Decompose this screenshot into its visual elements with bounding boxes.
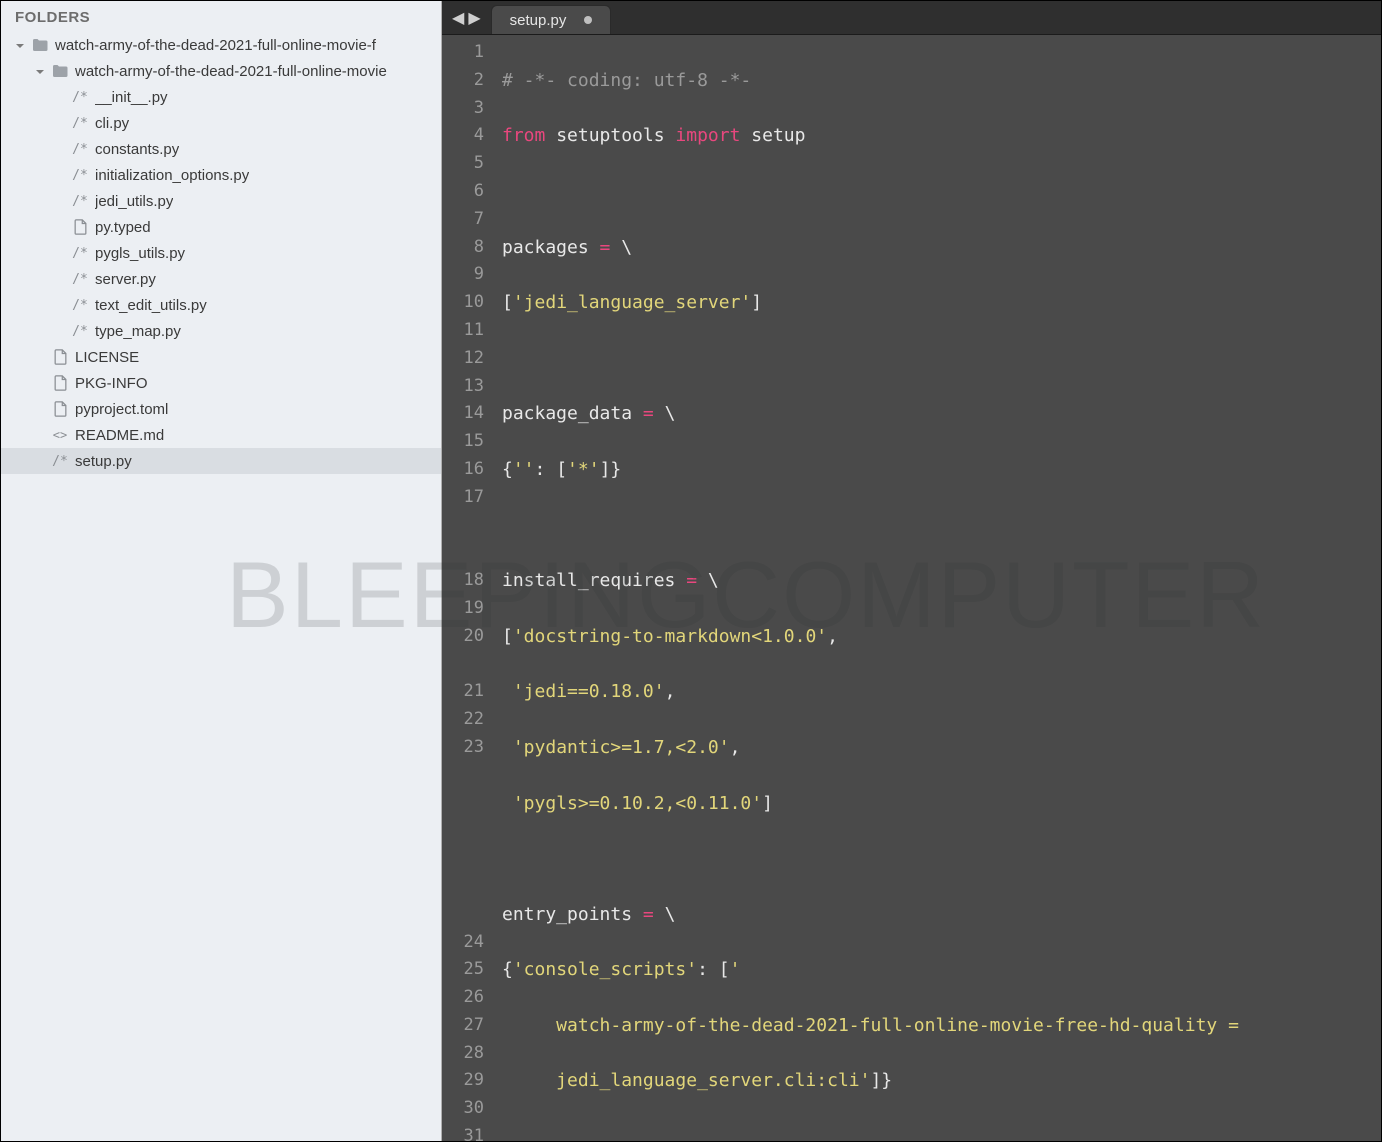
tab-dirty-icon: [584, 16, 592, 24]
file-icon: [51, 349, 69, 365]
file-icon: [51, 375, 69, 391]
tab-setup-py[interactable]: setup.py: [491, 5, 612, 34]
line-gutter: 1234567891011121314151617181920212223242…: [442, 35, 494, 1141]
tab-nav-arrows[interactable]: ◀ ▶: [442, 1, 491, 34]
tree-row[interactable]: /* constants.py: [1, 136, 441, 162]
tree-item-label: constants.py: [95, 141, 179, 158]
code-file-icon: /*: [71, 193, 89, 209]
tree-row[interactable]: /* initialization_options.py: [1, 162, 441, 188]
file-icon: [71, 219, 89, 235]
tree-row[interactable]: watch-army-of-the-dead-2021-full-online-…: [1, 32, 441, 58]
tree-row[interactable]: /* __init__.py: [1, 84, 441, 110]
tree-row[interactable]: watch-army-of-the-dead-2021-full-online-…: [1, 58, 441, 84]
tree-row[interactable]: py.typed: [1, 214, 441, 240]
tree-item-label: type_map.py: [95, 323, 181, 340]
folder-tree: watch-army-of-the-dead-2021-full-online-…: [1, 32, 441, 1141]
file-icon: [51, 401, 69, 417]
code-file-icon: /*: [51, 453, 69, 469]
tree-row[interactable]: /* cli.py: [1, 110, 441, 136]
sidebar: FOLDERS watch-army-of-the-dead-2021-full…: [1, 1, 442, 1141]
tree-item-label: watch-army-of-the-dead-2021-full-online-…: [55, 37, 376, 54]
code-file-icon: /*: [71, 115, 89, 131]
code-file-icon: /*: [71, 323, 89, 339]
tree-row[interactable]: LICENSE: [1, 344, 441, 370]
tree-item-label: README.md: [75, 427, 164, 444]
tree-item-label: watch-army-of-the-dead-2021-full-online-…: [75, 63, 387, 80]
tree-item-label: LICENSE: [75, 349, 139, 366]
code-file-icon: /*: [71, 245, 89, 261]
tab-title: setup.py: [510, 12, 567, 29]
tree-item-label: initialization_options.py: [95, 167, 249, 184]
tree-row[interactable]: <> README.md: [1, 422, 441, 448]
tree-item-label: __init__.py: [95, 89, 168, 106]
tree-item-label: py.typed: [95, 219, 151, 236]
folder-icon: [51, 63, 69, 79]
tree-item-label: pyproject.toml: [75, 401, 168, 418]
tree-item-label: jedi_utils.py: [95, 193, 173, 210]
tree-row[interactable]: /* type_map.py: [1, 318, 441, 344]
tree-row[interactable]: /* jedi_utils.py: [1, 188, 441, 214]
tree-item-label: setup.py: [75, 453, 132, 470]
markdown-file-icon: <>: [51, 427, 69, 443]
tree-row[interactable]: /* pygls_utils.py: [1, 240, 441, 266]
tree-item-label: pygls_utils.py: [95, 245, 185, 262]
code-content[interactable]: # -*- coding: utf-8 -*- from setuptools …: [494, 35, 1381, 1141]
tab-bar: ◀ ▶ setup.py: [442, 1, 1381, 35]
sidebar-header: FOLDERS: [1, 1, 441, 32]
tree-item-label: text_edit_utils.py: [95, 297, 207, 314]
tree-row[interactable]: pyproject.toml: [1, 396, 441, 422]
tree-item-label: server.py: [95, 271, 156, 288]
tab-nav-forward-icon[interactable]: ▶: [468, 8, 480, 28]
disclosure-triangle-icon[interactable]: [35, 64, 49, 78]
tab-nav-back-icon[interactable]: ◀: [452, 8, 464, 28]
editor-area: ◀ ▶ setup.py 123456789101112131415161718…: [442, 1, 1381, 1141]
tree-row[interactable]: PKG-INFO: [1, 370, 441, 396]
tree-row[interactable]: /* server.py: [1, 266, 441, 292]
code-file-icon: /*: [71, 271, 89, 287]
code-file-icon: /*: [71, 89, 89, 105]
tree-row[interactable]: /* setup.py: [1, 448, 441, 474]
code-file-icon: /*: [71, 297, 89, 313]
code-editor[interactable]: 1234567891011121314151617181920212223242…: [442, 35, 1381, 1141]
folder-icon: [31, 37, 49, 53]
tree-item-label: cli.py: [95, 115, 129, 132]
code-file-icon: /*: [71, 141, 89, 157]
tree-item-label: PKG-INFO: [75, 375, 148, 392]
code-file-icon: /*: [71, 167, 89, 183]
tree-row[interactable]: /* text_edit_utils.py: [1, 292, 441, 318]
disclosure-triangle-icon[interactable]: [15, 38, 29, 52]
